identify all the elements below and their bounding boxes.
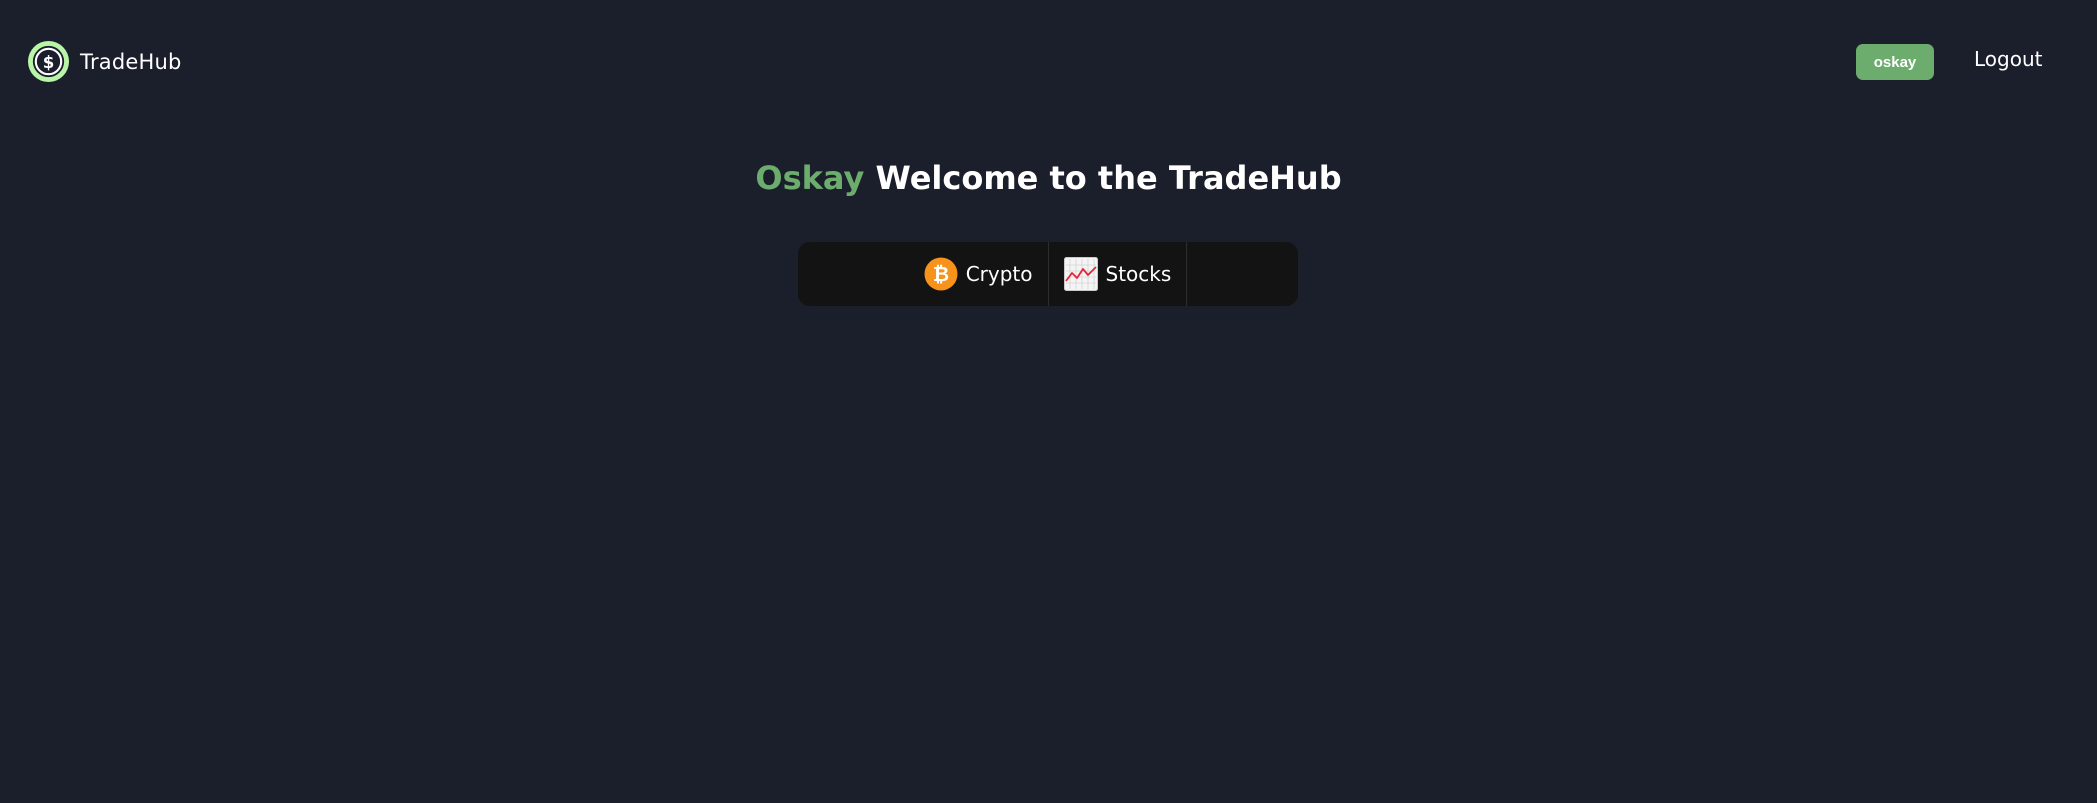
brand-name: TradeHub — [80, 49, 182, 74]
welcome-message: Welcome to the TradeHub — [875, 159, 1342, 197]
tab-stocks[interactable]: Stocks — [1049, 242, 1188, 306]
brand-link[interactable]: $ TradeHub — [27, 40, 182, 83]
top-navbar: $ TradeHub oskay Logout — [0, 0, 2097, 122]
bitcoin-icon: ₿ — [924, 257, 958, 291]
dollar-coin-logo-icon: $ — [27, 40, 70, 83]
tab-crypto[interactable]: ₿ Crypto — [909, 242, 1049, 306]
market-tab-bar: ₿ Crypto Stocks — [798, 242, 1298, 306]
welcome-heading: Oskay Welcome to the TradeHub — [0, 155, 2097, 201]
welcome-username: Oskay — [755, 159, 865, 197]
svg-text:₿: ₿ — [933, 262, 949, 286]
logout-link[interactable]: Logout — [1974, 47, 2042, 71]
tab-crypto-label: Crypto — [965, 262, 1033, 286]
stock-chart-icon — [1063, 257, 1098, 291]
svg-text:$: $ — [43, 53, 55, 72]
tab-stocks-label: Stocks — [1105, 262, 1172, 286]
user-badge-button[interactable]: oskay — [1856, 44, 1934, 80]
